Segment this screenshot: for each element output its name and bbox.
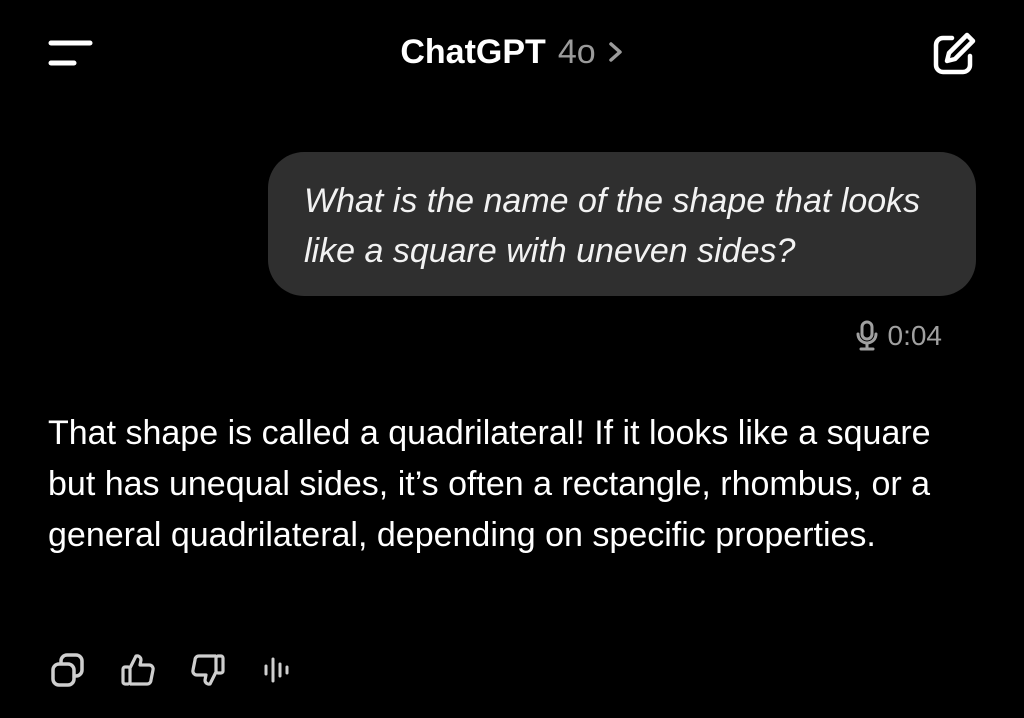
user-message-bubble: What is the name of the shape that looks… (268, 152, 976, 296)
model-selector-title: ChatGPT 4o (0, 30, 1024, 74)
user-message-text: What is the name of the shape that looks… (304, 182, 921, 270)
thumbs-down-button[interactable] (188, 650, 228, 690)
app-name: ChatGPT (400, 33, 546, 71)
thumbs-up-button[interactable] (118, 650, 158, 690)
message-actions (48, 648, 298, 692)
read-aloud-button[interactable] (258, 650, 298, 690)
copy-icon (51, 653, 84, 687)
read-aloud-icon (264, 657, 289, 683)
chevron-right-icon (608, 42, 622, 62)
thumbs-up-icon (121, 654, 155, 686)
compose-icon (933, 32, 976, 75)
thumbs-down-icon (191, 654, 225, 686)
model-selector[interactable]: ChatGPT 4o (400, 30, 623, 74)
copy-button[interactable] (48, 650, 88, 690)
new-chat-button[interactable] (930, 30, 978, 78)
microphone-icon (856, 320, 877, 351)
model-name: 4o (557, 33, 596, 71)
voice-message-info: 0:04 (856, 318, 943, 354)
top-bar: ChatGPT 4o (0, 0, 1024, 100)
assistant-message-text: That shape is called a quadrilateral! If… (48, 414, 931, 554)
voice-duration: 0:04 (887, 320, 943, 351)
